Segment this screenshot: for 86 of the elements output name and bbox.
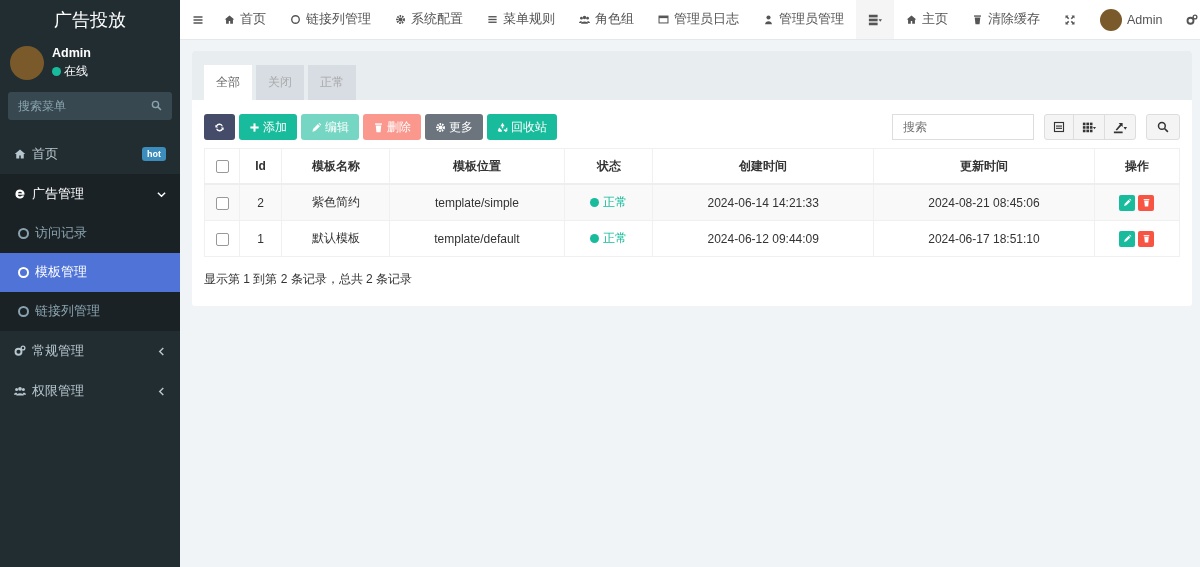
plus-icon: [249, 121, 260, 133]
nav-tab[interactable]: 系统配置: [383, 0, 475, 39]
sidebar-subitem[interactable]: 链接列管理: [0, 292, 180, 331]
pagination-info: 显示第 1 到第 2 条记录，总共 2 条记录: [204, 271, 414, 288]
circle-icon: [18, 228, 29, 239]
user-name: Admin: [52, 46, 91, 60]
table-cell: template/simple: [389, 184, 565, 221]
table-cell: 2024-06-12 09:44:09: [652, 220, 874, 257]
table-cell: 1: [239, 220, 282, 257]
circle-icon: [18, 306, 29, 317]
pencil-icon: [1122, 234, 1132, 243]
sidebar-item[interactable]: 权限管理: [0, 371, 180, 411]
menu-icon: [868, 12, 882, 27]
list-icon: [487, 14, 498, 25]
delete-row-button[interactable]: [1138, 230, 1155, 247]
e-letter-icon: [14, 188, 26, 200]
users-icon: [14, 385, 26, 397]
circle-icon: [18, 267, 29, 278]
nav-tab[interactable]: 管理员管理: [751, 0, 856, 39]
row-checkbox[interactable]: [215, 232, 229, 246]
nav-tab[interactable]: 链接列管理: [278, 0, 383, 39]
pencil-icon: [311, 121, 322, 133]
gears-icon: [1186, 13, 1199, 26]
chevron-left-icon: [157, 386, 166, 396]
select-all-checkbox[interactable]: [215, 160, 229, 174]
filter-tab[interactable]: 全部: [204, 65, 252, 100]
edit-row-button[interactable]: [1119, 194, 1136, 211]
sidebar-item[interactable]: 常规管理: [0, 331, 180, 371]
table-search-field[interactable]: 搜索: [892, 114, 1034, 140]
hot-badge: hot: [142, 147, 166, 161]
search-icon: [151, 100, 162, 111]
sidebar-subitem[interactable]: 模板管理: [0, 253, 180, 292]
recycle-icon: [497, 121, 508, 133]
search-field[interactable]: 搜索菜单: [8, 92, 172, 120]
user-icon: [763, 14, 774, 25]
table-cell: 2024-06-14 14:21:33: [652, 184, 874, 221]
home-icon: [14, 148, 26, 160]
nav-tab[interactable]: 管理员日志: [646, 0, 751, 39]
app-title: 广告投放: [53, 9, 127, 32]
user-menu[interactable]: Admin: [1088, 0, 1175, 39]
nav-link[interactable]: 主页: [894, 0, 960, 39]
pencil-icon: [1122, 198, 1132, 207]
status-text: 正常: [603, 230, 628, 247]
table-cell: 紫色简约: [281, 184, 390, 221]
gear-icon: [435, 121, 446, 133]
nav-tab[interactable]: 角色组: [567, 0, 646, 39]
status-text: 正常: [603, 194, 628, 211]
nav-tab[interactable]: 首页: [212, 0, 278, 39]
home-icon: [224, 14, 235, 25]
row-checkbox[interactable]: [215, 196, 229, 210]
table-cell: 2: [239, 184, 282, 221]
refresh-icon: [214, 121, 225, 133]
trash-icon: [1141, 198, 1151, 207]
trash-icon: [373, 121, 384, 133]
nav-tab[interactable]: 菜单规则: [475, 0, 567, 39]
table-cell: 2024-08-21 08:45:06: [873, 184, 1095, 221]
gear-icon: [395, 14, 406, 25]
table-icon: [1053, 121, 1065, 133]
trash-icon: [1141, 234, 1151, 243]
expand-icon: [1064, 13, 1076, 26]
window-icon: [658, 14, 669, 25]
sidebar-item[interactable]: 首页 hot: [0, 134, 180, 174]
grid-icon: [1082, 120, 1096, 134]
nav-link[interactable]: 清除缓存: [960, 0, 1052, 39]
home-icon: [906, 14, 917, 25]
circle-icon: [290, 14, 301, 25]
avatar-image: [10, 46, 44, 80]
delete-row-button[interactable]: [1138, 194, 1155, 211]
users-icon: [579, 14, 590, 25]
list-icon: [192, 13, 204, 26]
chevron-down-icon: [157, 189, 166, 199]
refresh-button[interactable]: [204, 114, 235, 140]
gears-icon: [14, 345, 26, 357]
export-icon: [1113, 120, 1127, 134]
trash-icon: [972, 14, 983, 25]
edit-row-button[interactable]: [1119, 230, 1136, 247]
user-status: 在线: [64, 63, 88, 80]
table-cell: 默认模板: [281, 220, 390, 257]
search-button[interactable]: [1146, 114, 1180, 140]
sidebar-item[interactable]: 广告管理: [0, 174, 180, 214]
more-button[interactable]: 更多: [425, 114, 483, 140]
table-cell: 2024-06-17 18:51:10: [873, 220, 1095, 257]
search-icon: [1157, 121, 1169, 133]
table-cell: template/default: [389, 220, 565, 257]
sidebar-subitem[interactable]: 访问记录: [0, 214, 180, 253]
chevron-left-icon: [157, 346, 166, 356]
